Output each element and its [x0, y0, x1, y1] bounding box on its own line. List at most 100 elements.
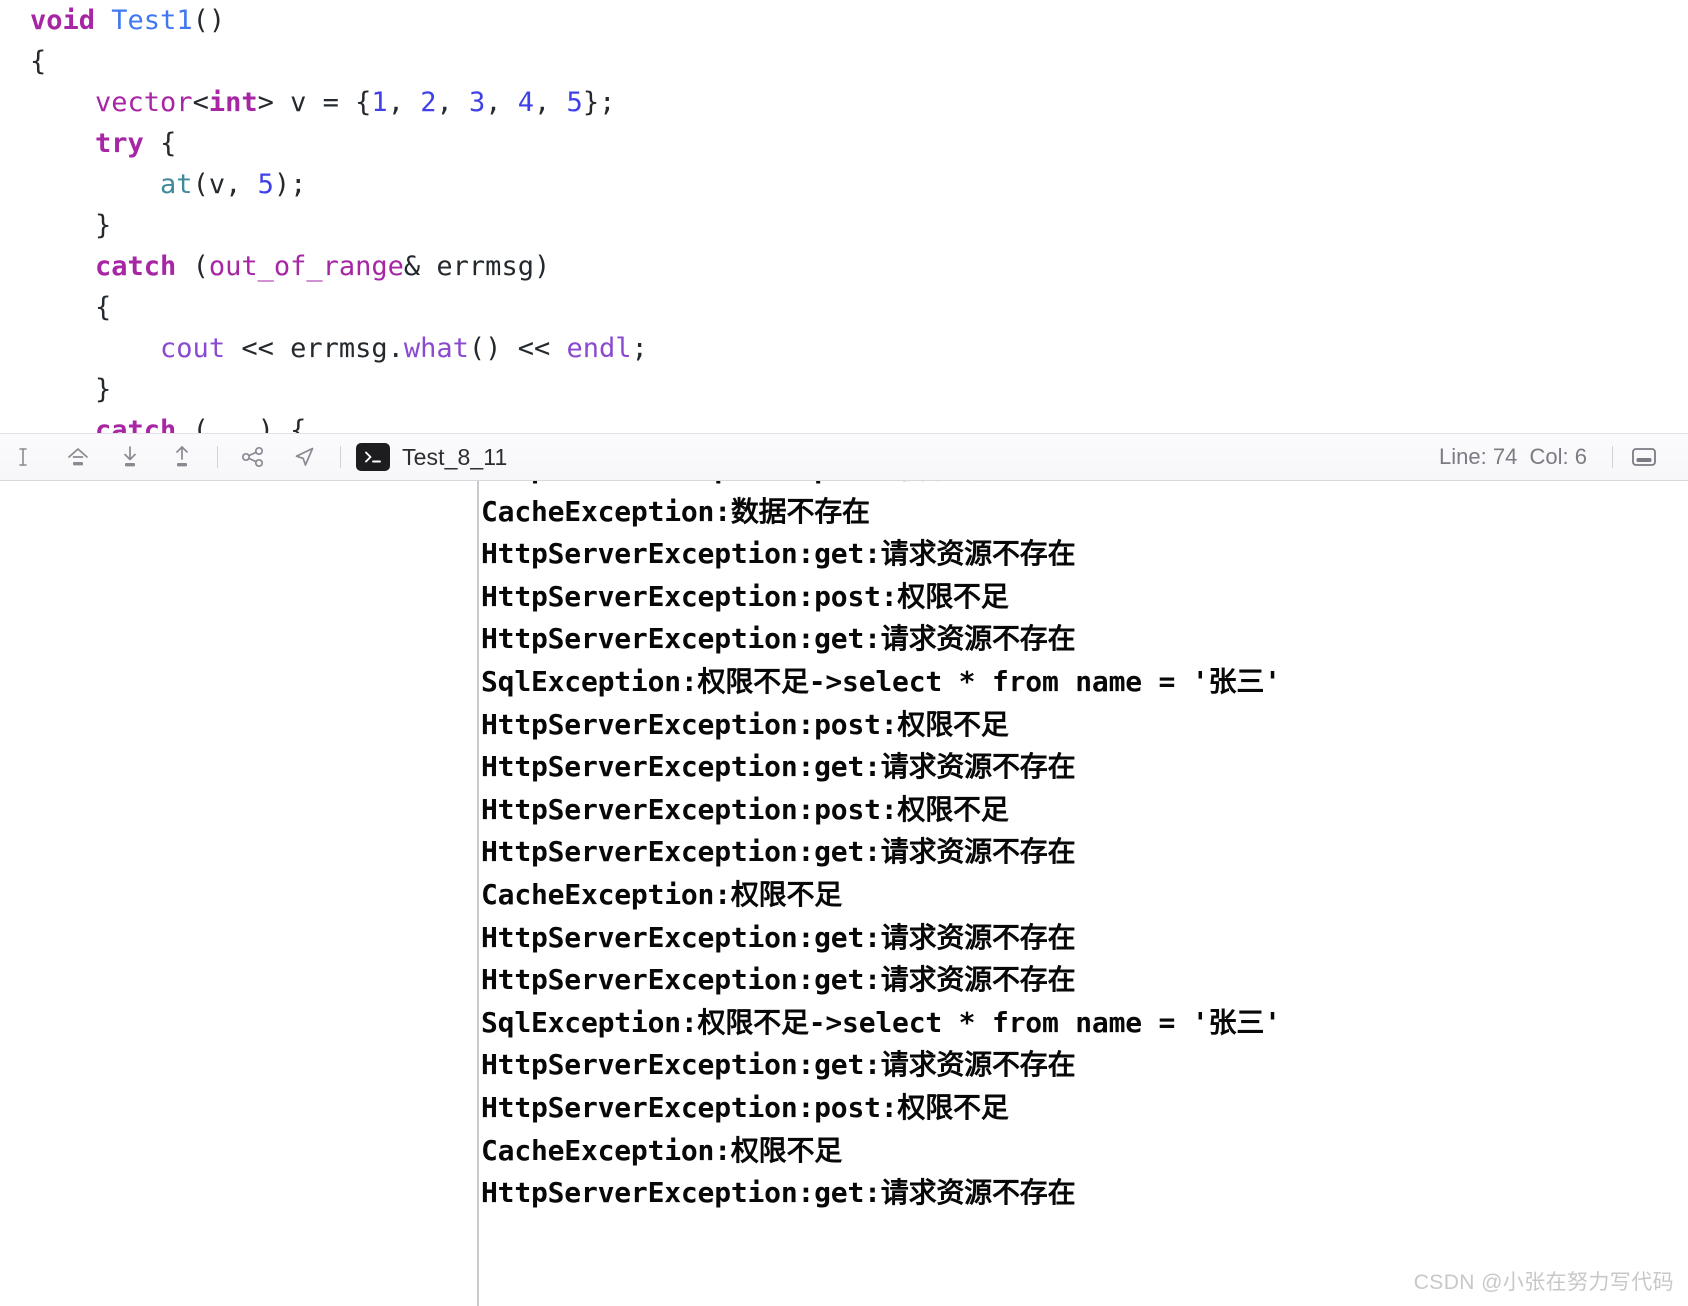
- code-line: catch (...) {: [0, 410, 1688, 433]
- code-token: try: [95, 128, 144, 159]
- terminal-session-label: Test_8_11: [402, 443, 508, 470]
- code-token: }: [95, 374, 112, 405]
- code-line: at(v, 5);: [0, 164, 1688, 205]
- code-token: }: [95, 210, 112, 241]
- code-token: 2: [420, 87, 437, 118]
- home-upload-icon[interactable]: [52, 434, 104, 480]
- code-token: };: [582, 87, 616, 118]
- code-line: {: [0, 41, 1688, 82]
- code-token: ,: [534, 87, 567, 118]
- cursor-icon[interactable]: [0, 434, 52, 480]
- code-token: ;: [631, 333, 648, 364]
- share-icon[interactable]: [227, 434, 279, 480]
- code-token: > v = {: [257, 87, 372, 118]
- code-content[interactable]: void Test1() { vector<int> v = {1, 2, 3, …: [0, 0, 1688, 433]
- code-token: Test1: [111, 5, 193, 36]
- code-token: 4: [517, 87, 535, 118]
- console-line: HttpServerException:get:请求资源不存在: [481, 1048, 1076, 1082]
- console-line: SqlException:权限不足->select * from name = …: [481, 1005, 1281, 1039]
- code-token: {: [30, 46, 47, 77]
- console-line: CacheException:数据不存在: [481, 494, 870, 528]
- terminal-session-chip[interactable]: Test_8_11: [356, 443, 507, 471]
- code-token: {: [95, 292, 112, 323]
- code-line: {: [0, 287, 1688, 328]
- code-token: & errmsg): [403, 251, 551, 282]
- code-token: );: [273, 169, 307, 200]
- editor-status-bar: Test_8_11 Line: 74 Col: 6: [0, 433, 1688, 481]
- console-left-rule: [477, 481, 479, 1306]
- code-token: out_of_range: [208, 251, 404, 282]
- code-line: }: [0, 205, 1688, 246]
- console-line: CacheException:权限不足: [481, 877, 843, 911]
- code-token: at: [160, 169, 193, 200]
- panel-toggle-icon[interactable]: [1622, 437, 1666, 477]
- terminal-icon: [356, 443, 390, 471]
- caret-position-indicator: Line: 74 Col: 6: [1439, 444, 1587, 469]
- code-token: () <<: [468, 333, 567, 364]
- code-token: ,: [436, 87, 469, 118]
- code-token: (: [176, 251, 209, 282]
- console-line: HttpServerException:get:请求资源不存在: [481, 750, 1076, 784]
- code-token: what: [403, 333, 469, 364]
- code-token: (...) {: [176, 415, 307, 433]
- csdn-watermark: CSDN @小张在努力写代码: [1413, 1271, 1674, 1294]
- console-line: HttpServerException:post:权限不足: [481, 579, 1009, 613]
- code-line: catch (out_of_range& errmsg): [0, 246, 1688, 287]
- toolbar-left-group: Test_8_11: [0, 434, 507, 480]
- code-token: 1: [371, 87, 388, 118]
- download-icon[interactable]: [104, 434, 156, 480]
- console-line: SqlException:权限不足->select * from name = …: [481, 664, 1281, 698]
- code-line: void Test1(): [0, 0, 1688, 41]
- console-output-pane[interactable]: HttpServerException:post:权限不足 CacheExcept…: [0, 481, 1688, 1306]
- code-token: cout: [160, 333, 226, 364]
- code-token: <: [192, 87, 209, 118]
- code-token: 3: [468, 87, 486, 118]
- code-token: ,: [387, 87, 421, 118]
- code-token: (): [192, 5, 226, 36]
- code-line: vector<int> v = {1, 2, 3, 4, 5};: [0, 82, 1688, 123]
- code-line: }: [0, 369, 1688, 410]
- code-line: cout << errmsg.what() << endl;: [0, 328, 1688, 369]
- code-token: endl: [566, 333, 632, 364]
- toolbar-divider-1: [217, 446, 218, 468]
- code-line: try {: [0, 123, 1688, 164]
- code-token: 5: [257, 169, 274, 200]
- code-token: vector: [95, 87, 193, 118]
- console-line: HttpServerException:post:权限不足: [481, 481, 1281, 491]
- console-line: HttpServerException:get:请求资源不存在: [481, 622, 1076, 656]
- code-token: (v,: [192, 169, 258, 200]
- code-editor-pane[interactable]: void Test1() { vector<int> v = {1, 2, 3, …: [0, 0, 1688, 433]
- send-icon[interactable]: [279, 434, 331, 480]
- code-token: << errmsg.: [225, 333, 404, 364]
- code-token: ,: [485, 87, 518, 118]
- console-line: CacheException:权限不足: [481, 1133, 843, 1167]
- code-token: catch: [95, 415, 177, 433]
- code-token: void: [30, 5, 96, 36]
- console-line: HttpServerException:get:请求资源不存在: [481, 537, 1076, 571]
- code-token: catch: [95, 251, 177, 282]
- toolbar-divider-3: [1612, 446, 1613, 468]
- code-token: {: [143, 128, 177, 159]
- console-line: HttpServerException:post:权限不足: [481, 707, 1009, 741]
- console-line: HttpServerException:get:请求资源不存在: [481, 963, 1076, 997]
- console-line: HttpServerException:get:请求资源不存在: [481, 920, 1076, 954]
- console-line: HttpServerException:get:请求资源不存在: [481, 835, 1076, 869]
- toolbar-divider-2: [340, 446, 341, 468]
- console-line: HttpServerException:post:权限不足: [481, 1090, 1009, 1124]
- code-token: 5: [566, 87, 583, 118]
- code-token: int: [208, 87, 258, 118]
- console-output-text[interactable]: HttpServerException:post:权限不足 CacheExcept…: [481, 481, 1281, 1215]
- upload-icon[interactable]: [156, 434, 208, 480]
- console-line: HttpServerException:get:请求资源不存在: [481, 1176, 1076, 1210]
- console-line: HttpServerException:post:权限不足: [481, 792, 1009, 826]
